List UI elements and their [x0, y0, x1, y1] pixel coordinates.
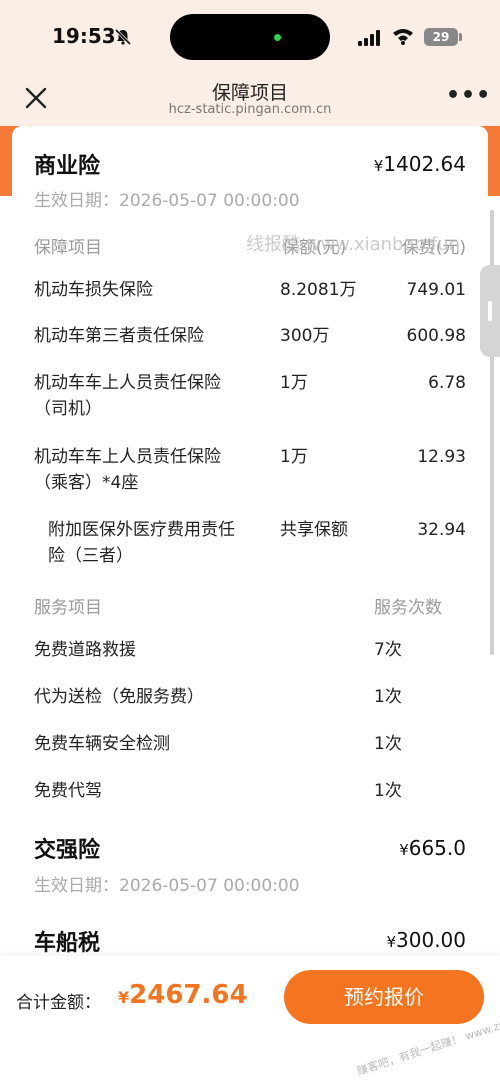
camera-indicator-icon: [274, 34, 281, 41]
commercial-insurance-title: 商业险: [34, 154, 101, 179]
nav-header: 保障项目 hcz-static.pingan.com.cn •••: [0, 72, 500, 126]
currency-symbol: ¥: [118, 988, 130, 1007]
currency-symbol: ¥: [373, 157, 384, 175]
amount-value: 665.0: [408, 836, 466, 860]
coverage-row-name: 机动车第三者责任保险: [34, 326, 204, 346]
service-row-name: 免费车辆安全检测: [34, 734, 170, 754]
watermark-text: 线报酷 www.xianbao.fun: [246, 234, 461, 255]
service-row-name: 代为送检（免服务费）: [34, 687, 204, 707]
wifi-icon: [393, 29, 413, 45]
vehicle-tax-amount: ¥300.00: [386, 928, 466, 952]
handle-grip-icon: [488, 301, 492, 321]
service-row-count: 1次: [374, 734, 402, 754]
col-header-item: 保障项目: [34, 238, 102, 258]
page-title: 保障项目: [211, 82, 288, 104]
amount-value: 2467.64: [129, 980, 248, 1010]
battery-indicator: 29: [424, 28, 458, 46]
compulsory-insurance-amount: ¥665.0: [399, 836, 466, 860]
coverage-row-premium: 749.01: [406, 280, 466, 300]
cellular-signal-icon: [358, 30, 380, 46]
compulsory-insurance-title: 交强险: [34, 838, 101, 863]
commercial-insurance-amount: ¥1402.64: [374, 152, 466, 176]
currency-symbol: ¥: [399, 841, 409, 859]
bell-muted-icon: [114, 28, 132, 46]
coverage-row-premium: 600.98: [406, 326, 466, 346]
currency-symbol: ¥: [386, 933, 397, 951]
book-quote-button[interactable]: 预约报价: [284, 970, 484, 1024]
service-row-name: 免费代驾: [34, 781, 102, 801]
coverage-row-premium: 32.94: [417, 520, 466, 540]
amount-value: 300.00: [396, 928, 466, 952]
coverage-row-name-line1: 机动车车上人员责任保险: [34, 447, 221, 467]
coverage-row-name-line2: （乘客）*4座: [34, 473, 139, 493]
vehicle-tax-title: 车船税: [34, 931, 101, 956]
coverage-row-amount: 8.2081万: [280, 280, 357, 300]
battery-tip: [459, 33, 462, 41]
coverage-row-amount: 共享保额: [280, 520, 348, 540]
amount-value: 1402.64: [383, 152, 466, 176]
page-url: hcz-static.pingan.com.cn: [168, 102, 332, 117]
compulsory-effective-date: 生效日期：2026-05-07 00:00:00: [34, 876, 300, 896]
coverage-row-premium: 6.78: [428, 373, 466, 393]
service-row-name: 免费道路救援: [34, 640, 136, 660]
side-drag-handle[interactable]: [480, 265, 500, 357]
dynamic-island: [170, 14, 330, 60]
commercial-effective-date: 生效日期：2026-05-07 00:00:00: [34, 191, 300, 211]
service-row-count: 1次: [374, 781, 402, 801]
coverage-row-name-line1: 机动车车上人员责任保险: [34, 373, 221, 393]
status-bar: 19:53 29: [0, 0, 500, 72]
coverage-row-amount: 300万: [280, 326, 330, 346]
coverage-row-amount: 1万: [280, 447, 308, 467]
coverage-row-premium: 12.93: [417, 447, 466, 467]
service-row-count: 1次: [374, 687, 402, 707]
more-options-icon[interactable]: •••: [446, 85, 490, 110]
coverage-row-name-line2: （司机）: [34, 399, 102, 419]
coverage-row-name: 机动车损失保险: [34, 280, 153, 300]
status-time: 19:53: [52, 24, 116, 48]
coverage-row-name-line2: 险（三者）: [48, 546, 133, 566]
total-label: 合计金额：: [16, 993, 101, 1013]
service-row-count: 7次: [374, 640, 402, 660]
coverage-row-amount: 1万: [280, 373, 308, 393]
total-amount: ¥2467.64: [118, 980, 248, 1010]
footer-bar: 合计金额： ¥2467.64 预约报价 赚客吧，有我一起赚！ www.zuank…: [0, 956, 500, 1084]
col-header-service-count: 服务次数: [374, 598, 442, 618]
coverage-row-name-line1: 附加医保外医疗费用责任: [48, 520, 235, 540]
col-header-service: 服务项目: [34, 598, 102, 618]
